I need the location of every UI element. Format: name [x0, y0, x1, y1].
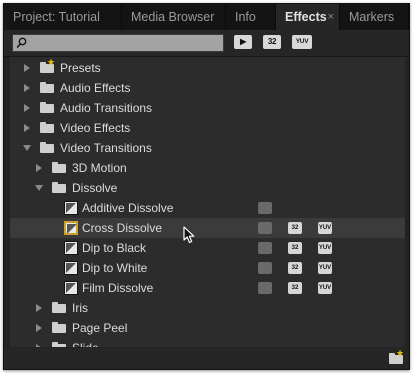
tree-item-video-effects[interactable]: Video Effects: [10, 118, 405, 138]
accelerated-badge-icon: [258, 242, 272, 254]
effect-film-dissolve[interactable]: Film Dissolve 32 YUV: [10, 278, 405, 298]
yuv-badge-icon: YUV: [318, 242, 332, 254]
folder-icon: [40, 82, 54, 93]
tree-item-slide[interactable]: Slide: [10, 338, 405, 347]
tree-item-label: Page Peel: [72, 321, 128, 335]
expand-arrow-icon[interactable]: [36, 304, 42, 312]
tab-markers-label: Markers: [349, 10, 395, 24]
tree-item-label: Video Effects: [60, 121, 131, 135]
32bit-effects-button[interactable]: 32: [263, 35, 281, 49]
tree-item-label: Video Transitions: [60, 141, 152, 155]
expand-arrow-icon[interactable]: [36, 324, 42, 332]
folder-icon: [52, 322, 66, 333]
close-icon[interactable]: ×: [328, 4, 334, 30]
expand-arrow-icon[interactable]: [24, 84, 30, 92]
effect-cross-dissolve[interactable]: Cross Dissolve 32 YUV: [10, 218, 405, 238]
32bit-badge-icon: 32: [288, 222, 302, 234]
transition-icon: [64, 281, 78, 295]
mouse-pointer-icon: [183, 226, 195, 244]
folder-icon: [52, 342, 66, 347]
tab-effects[interactable]: Effects ×: [276, 4, 340, 30]
effect-additive-dissolve[interactable]: Additive Dissolve: [10, 198, 405, 218]
32bit-badge-icon: 32: [288, 282, 302, 294]
32bit-badge-icon: 32: [288, 242, 302, 254]
effect-label: Additive Dissolve: [82, 201, 174, 215]
32bit-badge-icon: 32: [288, 262, 302, 274]
tab-effects-label: Effects: [285, 10, 327, 24]
transition-icon: [64, 221, 78, 235]
tab-project-label: Project: Tutorial: [13, 10, 100, 24]
effect-label: Cross Dissolve: [82, 221, 163, 235]
accelerated-effects-button[interactable]: ▶: [234, 35, 252, 49]
yuv-badge-icon: YUV: [318, 222, 332, 234]
new-custom-bin-icon[interactable]: ★: [389, 349, 404, 364]
yuv-badge-icon: YUV: [318, 282, 332, 294]
preset-folder-icon: ★: [40, 58, 55, 73]
tree-item-label: 3D Motion: [72, 161, 127, 175]
folder-icon: [40, 122, 54, 133]
tree-item-video-transitions[interactable]: Video Transitions: [10, 138, 405, 158]
expand-arrow-icon[interactable]: [24, 64, 30, 72]
transition-icon: [64, 261, 78, 275]
tree-item-iris[interactable]: Iris: [10, 298, 405, 318]
expand-arrow-icon[interactable]: [36, 164, 42, 172]
folder-icon: [40, 142, 54, 153]
collapse-arrow-icon[interactable]: [23, 145, 31, 151]
accelerated-badge-icon: [258, 262, 272, 274]
transition-icon: [64, 201, 78, 215]
tree-item-page-peel[interactable]: Page Peel: [10, 318, 405, 338]
tab-media-browser-label: Media Browser: [131, 10, 215, 24]
folder-icon: [40, 102, 54, 113]
effects-panel: Project: Tutorial Media Browser Info Eff…: [3, 3, 410, 370]
tab-project[interactable]: Project: Tutorial: [4, 4, 122, 30]
effect-label: Film Dissolve: [82, 281, 154, 295]
tree-item-3d-motion[interactable]: 3D Motion: [10, 158, 405, 178]
yuv-badge-icon: YUV: [318, 262, 332, 274]
search-field[interactable]: [12, 34, 224, 52]
panel-tab-bar: Project: Tutorial Media Browser Info Eff…: [4, 4, 409, 30]
tab-media-browser[interactable]: Media Browser: [122, 4, 226, 30]
tab-info-label: Info: [235, 10, 256, 24]
effect-dip-to-black[interactable]: Dip to Black 32 YUV: [10, 238, 405, 258]
accelerated-badge-icon: [258, 202, 272, 214]
tree-item-audio-effects[interactable]: Audio Effects: [10, 78, 405, 98]
tree-item-presets[interactable]: ★ Presets: [10, 58, 405, 78]
tree-item-label: Iris: [72, 301, 88, 315]
tree-item-label: Slide: [72, 338, 99, 347]
effects-tree: ★ Presets Audio Effects Audio Transition…: [10, 57, 405, 347]
tree-item-label: Presets: [60, 61, 101, 75]
panel-footer: ★: [4, 348, 409, 369]
collapse-arrow-icon[interactable]: [35, 185, 43, 191]
folder-icon: [52, 182, 66, 193]
expand-arrow-icon[interactable]: [24, 124, 30, 132]
tab-markers[interactable]: Markers: [340, 4, 409, 30]
tree-item-label: Dissolve: [72, 181, 118, 195]
effect-dip-to-white[interactable]: Dip to White 32 YUV: [10, 258, 405, 278]
expand-arrow-icon[interactable]: [36, 344, 42, 347]
accelerated-badge-icon: [258, 222, 272, 234]
expand-arrow-icon[interactable]: [24, 104, 30, 112]
effect-label: Dip to Black: [82, 241, 147, 255]
search-icon: [16, 37, 27, 48]
tree-item-audio-transitions[interactable]: Audio Transitions: [10, 98, 405, 118]
tab-info[interactable]: Info: [226, 4, 276, 30]
effect-label: Dip to White: [82, 261, 148, 275]
tree-item-dissolve[interactable]: Dissolve: [10, 178, 405, 198]
accelerated-badge-icon: [258, 282, 272, 294]
tree-item-label: Audio Effects: [60, 81, 131, 95]
yuv-effects-button[interactable]: YUV: [292, 35, 312, 49]
tree-item-label: Audio Transitions: [60, 101, 153, 115]
folder-icon: [52, 302, 66, 313]
folder-icon: [52, 162, 66, 173]
transition-icon: [64, 241, 78, 255]
effects-toolbar: ▶ 32 YUV: [4, 30, 409, 57]
